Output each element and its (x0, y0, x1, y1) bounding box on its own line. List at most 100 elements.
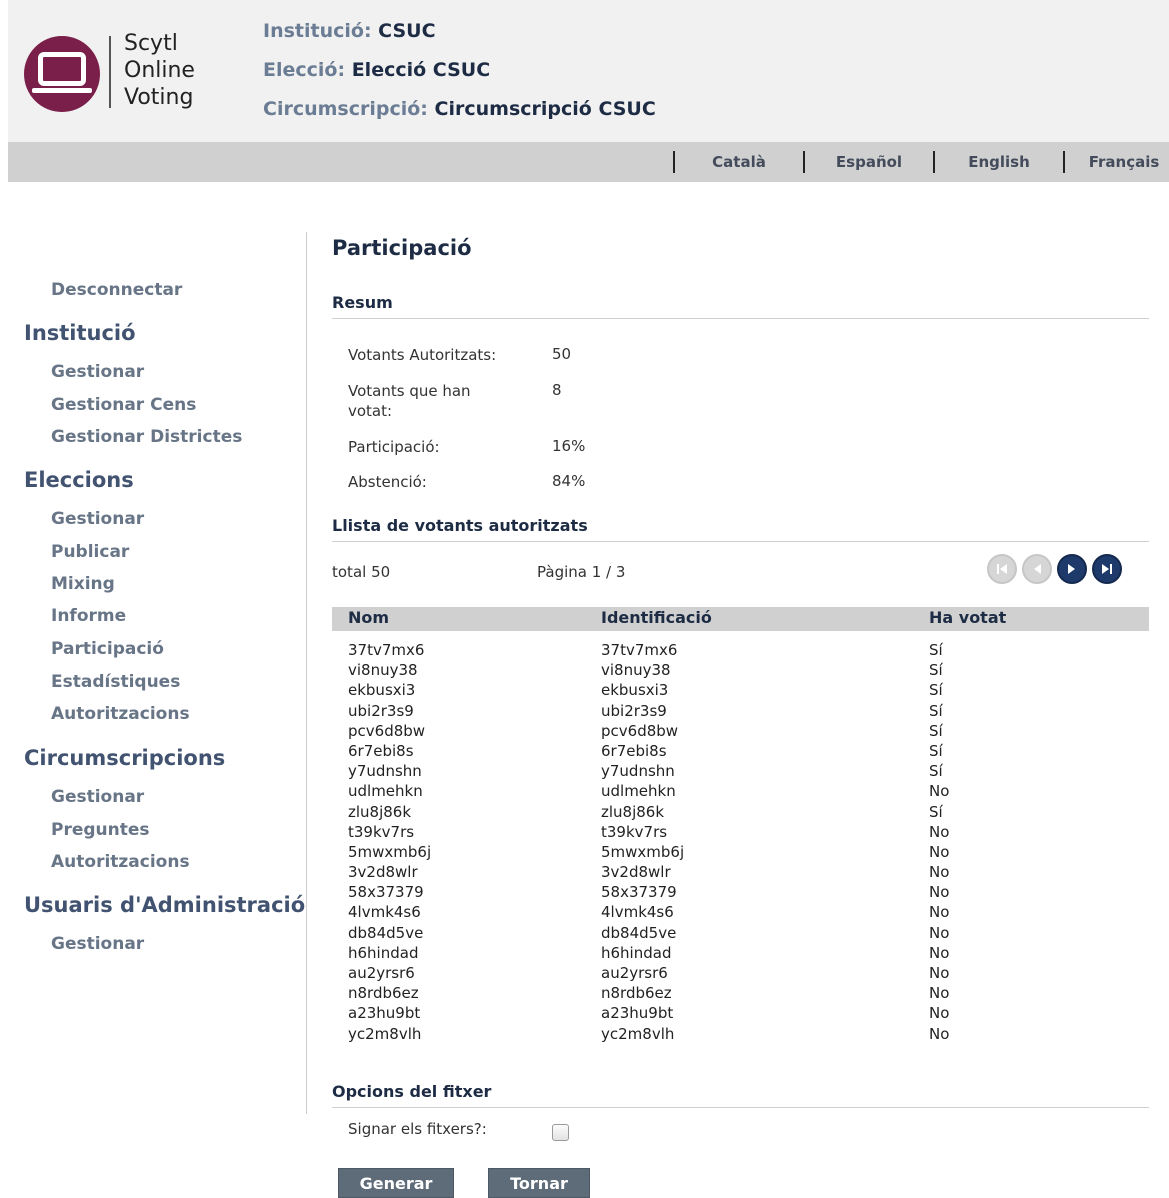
logo-line: Voting (124, 85, 194, 110)
divider (1063, 151, 1065, 173)
cell-nom: yc2m8vlh (348, 1024, 422, 1043)
sidebar-item-eleccions-autoritzacions[interactable]: Autoritzacions (51, 704, 190, 724)
sidebar-item-eleccions-gestionar[interactable]: Gestionar (51, 509, 144, 529)
election-label: Elecció: (263, 59, 346, 81)
next-page-icon[interactable] (1057, 554, 1087, 584)
sign-files-checkbox[interactable] (552, 1124, 569, 1141)
cell-identificacio: zlu8j86k (601, 802, 665, 821)
election-value: Elecció CSUC (351, 59, 491, 81)
cell-identificacio: 4lvmk4s6 (601, 903, 674, 922)
voter-list-heading: Llista de votants autoritzats (332, 516, 1149, 542)
cell-identificacio: a23hu9bt (601, 1004, 674, 1023)
cell-ha-votat: No (929, 782, 950, 801)
table-row: udlmehkn udlmehkn No (332, 781, 1149, 801)
divider (803, 151, 805, 173)
sidebar-section-institucio: Institució (24, 321, 136, 345)
sidebar-item-preguntes[interactable]: Preguntes (51, 820, 150, 840)
context-info: Institució: CSUC Elecció: Elecció CSUC C… (263, 20, 656, 137)
table-row: 58x37379 58x37379 No (332, 882, 1149, 902)
lang-catala-link[interactable]: Català (689, 153, 789, 171)
divider (933, 151, 935, 173)
circumscription-value: Circumscripció CSUC (434, 98, 656, 120)
cell-nom: 6r7ebi8s (348, 741, 414, 760)
cell-ha-votat: No (929, 863, 950, 882)
logo-divider (109, 36, 111, 108)
cell-ha-votat: No (929, 822, 950, 841)
lang-francais-link[interactable]: Français (1079, 153, 1169, 171)
sidebar-section-usuaris: Usuaris d'Administració (24, 893, 306, 917)
cell-nom: h6hindad (348, 943, 419, 962)
cell-nom: zlu8j86k (348, 802, 412, 821)
sidebar-item-publicar[interactable]: Publicar (51, 542, 129, 562)
column-header-nom: Nom (348, 608, 390, 627)
cell-nom: ekbusxi3 (348, 681, 416, 700)
column-header-ha-votat: Ha votat (929, 608, 1007, 627)
table-row: vi8nuy38 vi8nuy38 Sí (332, 660, 1149, 680)
sidebar-item-estadistiques[interactable]: Estadístiques (51, 672, 180, 692)
cell-nom: 3v2d8wlr (348, 863, 418, 882)
pagination (987, 554, 1122, 584)
cell-nom: ubi2r3s9 (348, 701, 414, 720)
sidebar-item-circumscripcions-autoritzacions[interactable]: Autoritzacions (51, 852, 190, 872)
cell-identificacio: ekbusxi3 (601, 681, 669, 700)
cell-identificacio: ubi2r3s9 (601, 701, 667, 720)
table-row: 5mwxmb6j 5mwxmb6j No (332, 842, 1149, 862)
header: Scytl Online Voting Institució: CSUC Ele… (8, 0, 1169, 142)
logout-link[interactable]: Desconnectar (51, 280, 182, 300)
table-row: n8rdb6ez n8rdb6ez No (332, 983, 1149, 1003)
cell-ha-votat: No (929, 903, 950, 922)
sidebar-section-circumscripcions: Circumscripcions (24, 746, 226, 770)
cell-identificacio: 37tv7mx6 (601, 641, 678, 659)
logo-line: Scytl (124, 31, 178, 56)
sidebar-item-usuaris-gestionar[interactable]: Gestionar (51, 934, 144, 954)
cell-ha-votat: Sí (929, 681, 943, 700)
generate-button[interactable]: Generar (338, 1168, 454, 1198)
sidebar-item-institucio-gestionar[interactable]: Gestionar (51, 362, 144, 382)
back-button[interactable]: Tornar (488, 1168, 590, 1198)
table-row: ubi2r3s9 ubi2r3s9 Sí (332, 701, 1149, 721)
cell-identificacio: udlmehkn (601, 782, 676, 801)
sidebar-item-gestionar-districtes[interactable]: Gestionar Districtes (51, 427, 242, 447)
sidebar-item-circumscripcions-gestionar[interactable]: Gestionar (51, 787, 144, 807)
summary-value: 84% (552, 472, 586, 490)
table-row: db84d5ve db84d5ve No (332, 923, 1149, 943)
sidebar-item-participacio[interactable]: Participació (51, 639, 164, 659)
sidebar-item-mixing[interactable]: Mixing (51, 574, 115, 594)
page-indicator: Pàgina 1 / 3 (537, 563, 626, 581)
sidebar-item-informe[interactable]: Informe (51, 606, 126, 626)
last-page-icon[interactable] (1092, 554, 1122, 584)
table-row: ekbusxi3 ekbusxi3 Sí (332, 680, 1149, 700)
circumscription-label: Circumscripció: (263, 98, 428, 120)
cell-nom: n8rdb6ez (348, 984, 419, 1003)
divider (673, 151, 675, 173)
table-row: zlu8j86k zlu8j86k Sí (332, 802, 1149, 822)
cell-ha-votat: Sí (929, 762, 943, 781)
summary-label: Votants Autoritzats: (348, 346, 497, 364)
summary-value: 8 (552, 381, 562, 399)
summary-heading: Resum (332, 293, 1149, 319)
cell-nom: udlmehkn (348, 782, 423, 801)
cell-identificacio: y7udnshn (601, 762, 675, 781)
cell-ha-votat: Sí (929, 741, 943, 760)
sidebar-divider (306, 232, 307, 1114)
prev-page-icon (1022, 554, 1052, 584)
summary-value: 16% (552, 437, 586, 455)
summary-label: Abstenció: (348, 473, 427, 491)
cell-identificacio: 58x37379 (601, 883, 677, 902)
table-header: Nom Identificació Ha votat (332, 607, 1149, 631)
logo-text: Scytl Online Voting (124, 30, 195, 111)
cell-ha-votat: Sí (929, 721, 943, 740)
table-row: yc2m8vlh yc2m8vlh No (332, 1024, 1149, 1044)
sidebar-item-gestionar-cens[interactable]: Gestionar Cens (51, 395, 196, 415)
lang-espanol-link[interactable]: Español (819, 153, 919, 171)
table-row: 37tv7mx6 37tv7mx6 Sí (332, 640, 1149, 660)
file-options-heading: Opcions del fitxer (332, 1082, 1149, 1108)
table-row: y7udnshn y7udnshn Sí (332, 761, 1149, 781)
cell-nom: au2yrsr6 (348, 964, 415, 982)
cell-nom: vi8nuy38 (348, 661, 418, 680)
cell-identificacio: 6r7ebi8s (601, 741, 667, 760)
cell-ha-votat: No (929, 964, 950, 982)
cell-nom: y7udnshn (348, 762, 422, 781)
cell-identificacio: au2yrsr6 (601, 964, 668, 982)
lang-english-link[interactable]: English (949, 153, 1049, 171)
